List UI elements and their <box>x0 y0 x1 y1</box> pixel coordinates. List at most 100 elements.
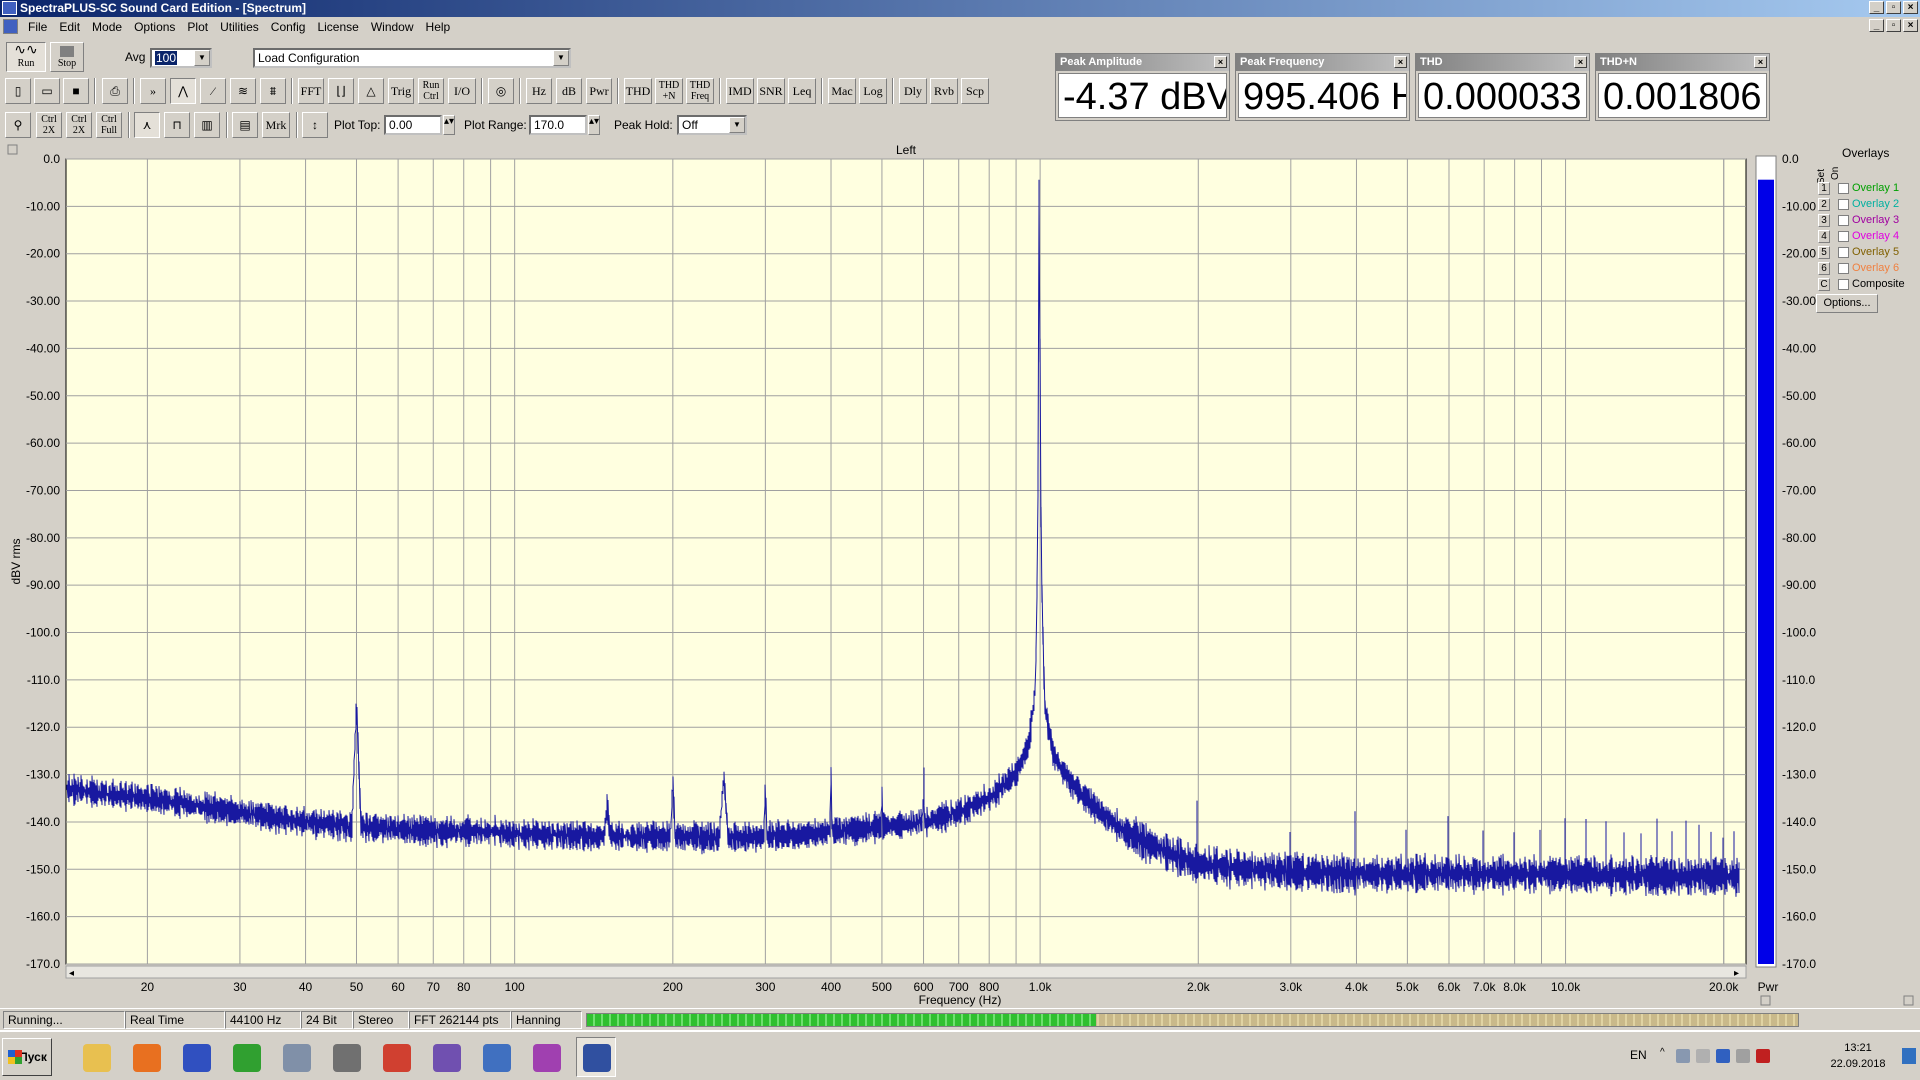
open-file-button[interactable]: ▭ <box>34 78 60 104</box>
dly-button[interactable]: Dly <box>899 78 927 104</box>
menu-license[interactable]: License <box>311 17 364 37</box>
spectrum-chart[interactable]: Left 0.0 -10.00 -20.00 -30.00 -40.00 -50.00 -60… <box>0 141 1920 1008</box>
line-plot-button[interactable]: ⋏ <box>134 112 160 138</box>
menu-help[interactable]: Help <box>420 17 457 37</box>
new-file-button[interactable]: ▯ <box>5 78 31 104</box>
run-control-button[interactable]: Run Ctrl <box>418 78 444 104</box>
overlay-on-checkbox[interactable] <box>1838 215 1849 226</box>
taskbar-app[interactable] <box>326 1037 366 1077</box>
menu-mode[interactable]: Mode <box>86 17 128 37</box>
plot-range-input[interactable]: 170.0 <box>529 115 587 135</box>
mdi-restore-button[interactable]: ▫ <box>1886 19 1901 32</box>
taskbar-app[interactable] <box>176 1037 216 1077</box>
chevron-down-icon[interactable]: ▼ <box>729 117 745 133</box>
spectrogram-button[interactable]: ≋ <box>230 78 256 104</box>
panel-collapse-icon[interactable] <box>1903 995 1914 1006</box>
scale-button[interactable]: ⌊⌋ <box>328 78 354 104</box>
overlay-set-button[interactable]: C <box>1818 278 1830 291</box>
zoom-full-button[interactable]: Ctrl Full <box>96 112 122 138</box>
peak-hold-dropdown[interactable]: Off ▼ <box>677 115 747 135</box>
zoom-button[interactable]: ⚲ <box>5 112 31 138</box>
overlay-on-checkbox[interactable] <box>1838 199 1849 210</box>
time-mode-button[interactable]: ⁄ <box>200 78 226 104</box>
overlay-on-checkbox[interactable] <box>1838 263 1849 274</box>
flag-tray-icon[interactable] <box>1696 1049 1710 1063</box>
signal-generator-button[interactable]: △ <box>358 78 384 104</box>
db-button[interactable]: dB <box>556 78 582 104</box>
zoom-out-2x-button[interactable]: Ctrl 2X <box>66 112 92 138</box>
chevron-up-icon[interactable]: ^ <box>1660 1047 1665 1058</box>
taskbar-app[interactable] <box>76 1037 116 1077</box>
hz-button[interactable]: Hz <box>526 78 552 104</box>
close-icon[interactable]: × <box>1574 56 1587 68</box>
maximize-button[interactable]: ▫ <box>1886 1 1901 14</box>
forward-button[interactable]: » <box>140 78 166 104</box>
overlay-set-button[interactable]: 1 <box>1818 182 1830 195</box>
avg-dropdown[interactable]: 100 ▼ <box>150 48 212 68</box>
menu-window[interactable]: Window <box>365 17 420 37</box>
overlay-on-checkbox[interactable] <box>1838 231 1849 242</box>
meter-collapse-icon[interactable] <box>1760 995 1771 1006</box>
overlay-set-button[interactable]: 2 <box>1818 198 1830 211</box>
close-icon[interactable]: × <box>1394 56 1407 68</box>
taskbar-app[interactable] <box>276 1037 316 1077</box>
minimize-button[interactable]: _ <box>1869 1 1884 14</box>
thd-button[interactable]: THD <box>624 78 652 104</box>
speaker-icon[interactable] <box>1736 1049 1750 1063</box>
scp-button[interactable]: Scp <box>961 78 989 104</box>
bar-plot-button[interactable]: ▥ <box>194 112 220 138</box>
menu-utilities[interactable]: Utilities <box>214 17 265 37</box>
save-button[interactable]: ■ <box>63 78 89 104</box>
taskbar-app[interactable] <box>226 1037 266 1077</box>
display-tray-icon[interactable] <box>1756 1049 1770 1063</box>
taskbar-app[interactable] <box>476 1037 516 1077</box>
clock[interactable]: 13:21 22.09.2018 <box>1818 1040 1898 1072</box>
overlay-set-button[interactable]: 6 <box>1818 262 1830 275</box>
thd-freq-button[interactable]: THD Freq <box>686 78 714 104</box>
taskbar-app[interactable] <box>126 1037 166 1077</box>
pwr-button[interactable]: Pwr <box>586 78 612 104</box>
snr-button[interactable]: SNR <box>757 78 785 104</box>
io-button[interactable]: I/O <box>448 78 476 104</box>
mdi-minimize-button[interactable]: _ <box>1869 19 1884 32</box>
taskbar-app[interactable] <box>526 1037 566 1077</box>
start-button[interactable]: Пуск <box>2 1038 52 1076</box>
scroll-right-icon[interactable]: ▸ <box>1734 968 1739 979</box>
scroll-left-icon[interactable]: ◂ <box>69 968 74 979</box>
3d-surface-button[interactable]: ⩩ <box>260 78 286 104</box>
plot-top-spinner[interactable]: ▴▾ <box>443 115 455 135</box>
overlay-set-button[interactable]: 5 <box>1818 246 1830 259</box>
close-button[interactable]: × <box>1903 1 1918 14</box>
generator-button[interactable]: ◎ <box>488 78 514 104</box>
overlay-set-button[interactable]: 4 <box>1818 230 1830 243</box>
menu-plot[interactable]: Plot <box>181 17 214 37</box>
zoom-in-2x-button[interactable]: Ctrl 2X <box>36 112 62 138</box>
print-button[interactable]: ⎙ <box>102 78 128 104</box>
close-icon[interactable]: × <box>1754 56 1767 68</box>
step-plot-button[interactable]: ⊓ <box>164 112 190 138</box>
plot-range-spinner[interactable]: ▴▾ <box>588 115 600 135</box>
notification-icon[interactable] <box>1902 1048 1916 1064</box>
menu-options[interactable]: Options <box>128 17 181 37</box>
overlay-on-checkbox[interactable] <box>1838 279 1849 290</box>
menu-file[interactable]: File <box>22 17 53 37</box>
rvb-button[interactable]: Rvb <box>930 78 958 104</box>
menu-edit[interactable]: Edit <box>53 17 86 37</box>
config-dropdown[interactable]: Load Configuration ▼ <box>253 48 571 68</box>
overlay-on-checkbox[interactable] <box>1838 183 1849 194</box>
spectrum-app-icon[interactable] <box>2 1 17 15</box>
trigger-button[interactable]: Trig <box>388 78 414 104</box>
grid-button[interactable]: ▤ <box>232 112 258 138</box>
overlay-on-checkbox[interactable] <box>1838 247 1849 258</box>
menu-config[interactable]: Config <box>265 17 312 37</box>
log-button[interactable]: Log <box>859 78 887 104</box>
taskbar-app[interactable] <box>426 1037 466 1077</box>
close-icon[interactable]: × <box>1214 56 1227 68</box>
shield-tray-icon[interactable] <box>1716 1049 1730 1063</box>
language-indicator[interactable]: EN <box>1630 1048 1647 1062</box>
chevron-down-icon[interactable]: ▼ <box>194 50 210 66</box>
mdi-close-button[interactable]: × <box>1903 19 1918 32</box>
chevron-down-icon[interactable]: ▼ <box>553 50 569 66</box>
spectrum-mode-button[interactable]: ⋀ <box>170 78 196 104</box>
collapse-icon[interactable] <box>7 144 18 155</box>
